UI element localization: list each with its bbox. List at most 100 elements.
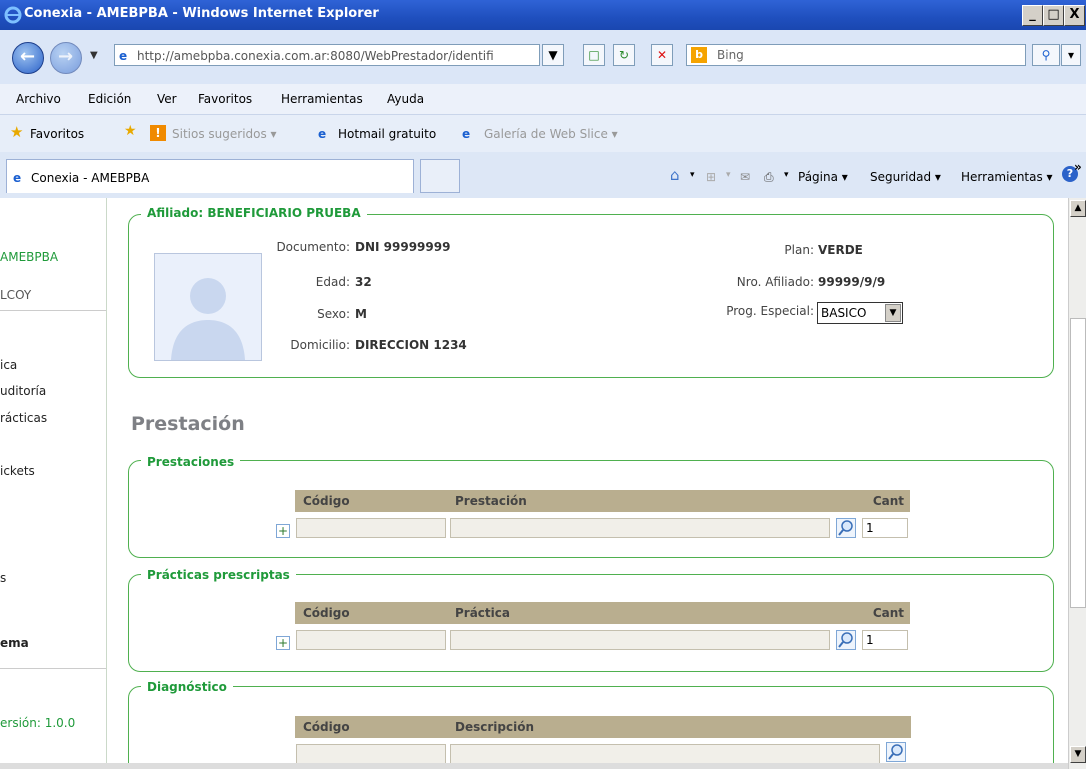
security-menu[interactable]: Seguridad ▾ [870,170,941,184]
tab-label: Conexia - AMEBPBA [31,171,150,185]
diagnostico-desc-input[interactable] [450,744,880,764]
back-button[interactable]: ← [12,42,44,74]
chevron-overflow-icon[interactable]: » [1074,160,1082,174]
new-tab-button[interactable] [420,159,460,193]
search-options-button[interactable]: ▾ [1061,44,1081,66]
afiliado-legend: Afiliado: BENEFICIARIO PRUEBA [141,206,367,220]
sidebar-link-5[interactable]: s [0,571,6,585]
page-title: Prestación [131,413,245,435]
sidebar: AMEBPBA LCOY ica uditoría rácticas icket… [0,198,107,769]
favorites-star-icon[interactable]: ★ [10,123,23,141]
prog-especial-label: Prog. Especial: [726,304,814,318]
plan-value: VERDE [818,243,863,257]
col-codigo: Código [303,494,350,508]
menu-herramientas[interactable]: Herramientas [281,92,363,106]
edad-value: 32 [355,275,372,289]
hotmail-link[interactable]: Hotmail gratuito [338,127,436,141]
tools-menu[interactable]: Herramientas ▾ [961,170,1053,184]
col-prestacion: Prestación [455,494,527,508]
window-title-bar[interactable]: Conexia - AMEBPBA - Windows Internet Exp… [0,0,1086,30]
forward-button[interactable]: → [50,42,82,74]
domicilio-label: Domicilio: [290,338,350,352]
search-placeholder: Bing [717,48,744,62]
search-icon[interactable]: ⚲ [1032,44,1060,66]
favorites-button[interactable]: Favoritos [30,127,84,141]
domicilio-value: DIRECCION 1234 [355,338,467,352]
diagnostico-codigo-input[interactable] [296,744,446,764]
feeds-icon[interactable]: ⊞ [706,170,716,184]
web-slice-ie-icon: e [462,127,471,141]
sidebar-link-2[interactable]: uditoría [0,384,46,398]
menu-bar: Archivo Edición Ver Favoritos Herramient… [0,84,1086,115]
prog-especial-select[interactable]: BASICO ▼ [817,302,903,324]
menu-ayuda[interactable]: Ayuda [387,92,424,106]
history-dropdown-icon[interactable]: ▼ [90,50,98,61]
stop-icon[interactable]: ✕ [651,44,673,66]
refresh-icon[interactable]: ↻ [613,44,635,66]
home-dropdown-icon[interactable]: ▾ [690,170,695,180]
bing-logo-icon: b [691,47,707,63]
url-input[interactable]: e http://amebpba.conexia.com.ar:8080/Web… [114,44,540,66]
sidebar-link-4[interactable]: ickets [0,464,35,478]
chevron-down-icon[interactable]: ▼ [885,304,901,322]
diagnostico-table-header: Código Descripción [295,716,911,738]
documento-label: Documento: [276,240,350,254]
mail-icon[interactable]: ✉ [740,170,750,184]
print-icon[interactable]: ⎙ [764,170,774,185]
prestacion-desc-input[interactable] [450,518,830,538]
menu-favoritos[interactable]: Favoritos [198,92,252,106]
hotmail-ie-icon: e [318,127,327,141]
search-icon[interactable] [836,518,856,538]
practica-cant-input[interactable]: 1 [862,630,908,650]
vertical-scrollbar[interactable]: ▲ ▼ [1068,198,1086,769]
prestacion-cant-input[interactable]: 1 [862,518,908,538]
col-descripcion: Descripción [455,720,534,734]
divider [0,668,106,669]
suggested-sites-link[interactable]: Sitios sugeridos ▾ [172,127,277,141]
practica-desc-input[interactable] [450,630,830,650]
close-button[interactable]: X [1064,5,1085,26]
minimize-button[interactable]: _ [1022,5,1043,26]
col-cant: Cant [872,494,904,508]
tab-conexia[interactable]: e Conexia - AMEBPBA [6,159,414,193]
compatibility-view-icon[interactable]: □ [583,44,605,66]
scroll-up-icon[interactable]: ▲ [1070,200,1086,217]
add-practica-button[interactable]: + [276,636,290,650]
menu-ver[interactable]: Ver [157,92,177,106]
add-prestacion-button[interactable]: + [276,524,290,538]
feeds-dropdown-icon[interactable]: ▾ [726,170,731,180]
page-content: AMEBPBA LCOY ica uditoría rácticas icket… [0,198,1068,769]
print-dropdown-icon[interactable]: ▾ [784,170,789,180]
prestacion-codigo-input[interactable] [296,518,446,538]
sidebar-link-3[interactable]: rácticas [0,411,47,425]
sexo-label: Sexo: [317,307,350,321]
search-icon[interactable] [886,742,906,762]
person-silhouette-icon [171,278,245,360]
scroll-down-icon[interactable]: ▼ [1070,746,1086,763]
url-dropdown-button[interactable]: ▼ [542,44,564,66]
col-practica: Práctica [455,606,510,620]
page-menu[interactable]: Página ▾ [798,170,848,184]
maximize-button[interactable]: □ [1043,5,1064,26]
prestaciones-legend: Prestaciones [141,455,241,469]
menu-archivo[interactable]: Archivo [16,92,61,106]
scroll-thumb[interactable] [1070,318,1086,608]
web-slice-link[interactable]: Galería de Web Slice ▾ [484,127,618,141]
search-icon[interactable] [836,630,856,650]
menu-edicion[interactable]: Edición [88,92,131,106]
prog-especial-value: BASICO [821,306,867,320]
photo-placeholder [154,253,262,361]
sexo-value: M [355,307,367,321]
practica-codigo-input[interactable] [296,630,446,650]
add-favorite-icon[interactable]: ★ [124,123,137,139]
search-input[interactable]: b Bing [686,44,1026,66]
horizontal-scrollbar[interactable] [0,763,1068,769]
suggested-sites-icon: ! [150,125,166,141]
sidebar-link-1[interactable]: ica [0,358,17,372]
afiliado-box [128,214,1054,378]
address-toolbar: ← → ▼ e http://amebpba.conexia.com.ar:80… [0,30,1086,85]
home-icon[interactable]: ⌂ [670,166,680,184]
sidebar-system[interactable]: ema [0,636,29,650]
tab-ie-icon: e [13,171,22,185]
forward-arrow-icon: → [58,46,74,67]
